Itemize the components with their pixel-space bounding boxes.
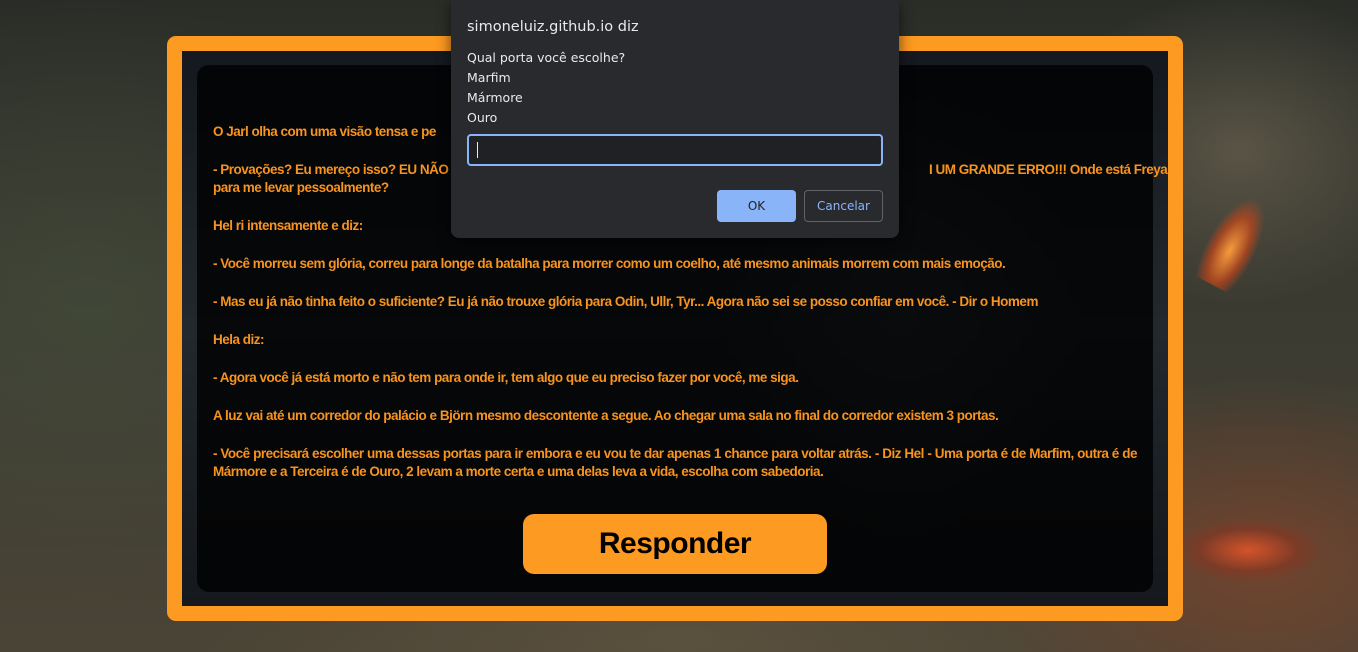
story-line: para me levar pessoalmente? <box>213 180 389 195</box>
respond-button[interactable]: Responder <box>523 514 827 574</box>
dialog-message: Qual porta você escolhe? Marfim Mármore … <box>467 48 625 128</box>
dialog-title: simoneluiz.github.io diz <box>467 19 639 35</box>
ok-button[interactable]: OK <box>717 190 796 222</box>
story-line: - Agora você já está morto e não tem par… <box>213 370 799 385</box>
dialog-option-ouro: Ouro <box>467 110 498 125</box>
dialog-question: Qual porta você escolhe? <box>467 50 626 65</box>
story-paragraph: - Você precisará escolher uma dessas por… <box>213 445 1138 481</box>
dialog-input[interactable] <box>467 134 883 166</box>
story-paragraph: - Agora você já está morto e não tem par… <box>213 369 1137 387</box>
story-paragraph: - Mas eu já não tinha feito o suficiente… <box>213 293 1137 311</box>
story-paragraph: Hela diz: <box>213 331 1137 349</box>
cancel-button[interactable]: Cancelar <box>804 190 883 222</box>
prompt-dialog: simoneluiz.github.io diz Qual porta você… <box>451 0 899 238</box>
story-line: - Provações? Eu mereço isso? EU NÃO <box>213 162 449 177</box>
story-line: Hel ri intensamente e diz: <box>213 218 363 233</box>
story-line: - Você morreu sem glória, correu para lo… <box>213 256 1006 271</box>
story-paragraph: A luz vai até um corredor do palácio e B… <box>213 407 1137 425</box>
story-line: A luz vai até um corredor do palácio e B… <box>213 408 999 423</box>
story-line: O Jarl olha com uma visão tensa e pe <box>213 124 436 139</box>
dialog-option-marmore: Mármore <box>467 90 523 105</box>
story-line: Hela diz: <box>213 332 265 347</box>
story-paragraph: - Você morreu sem glória, correu para lo… <box>213 255 1137 273</box>
dialog-option-marfim: Marfim <box>467 70 511 85</box>
story-line-end: I UM GRANDE ERRO!!! Onde está Freya <box>929 162 1168 177</box>
text-cursor <box>477 142 478 158</box>
story-line: - Mas eu já não tinha feito o suficiente… <box>213 294 1038 309</box>
story-line: - Você precisará escolher uma dessas por… <box>213 446 1138 479</box>
background-flame <box>1190 189 1278 296</box>
background-embers <box>1178 520 1318 580</box>
